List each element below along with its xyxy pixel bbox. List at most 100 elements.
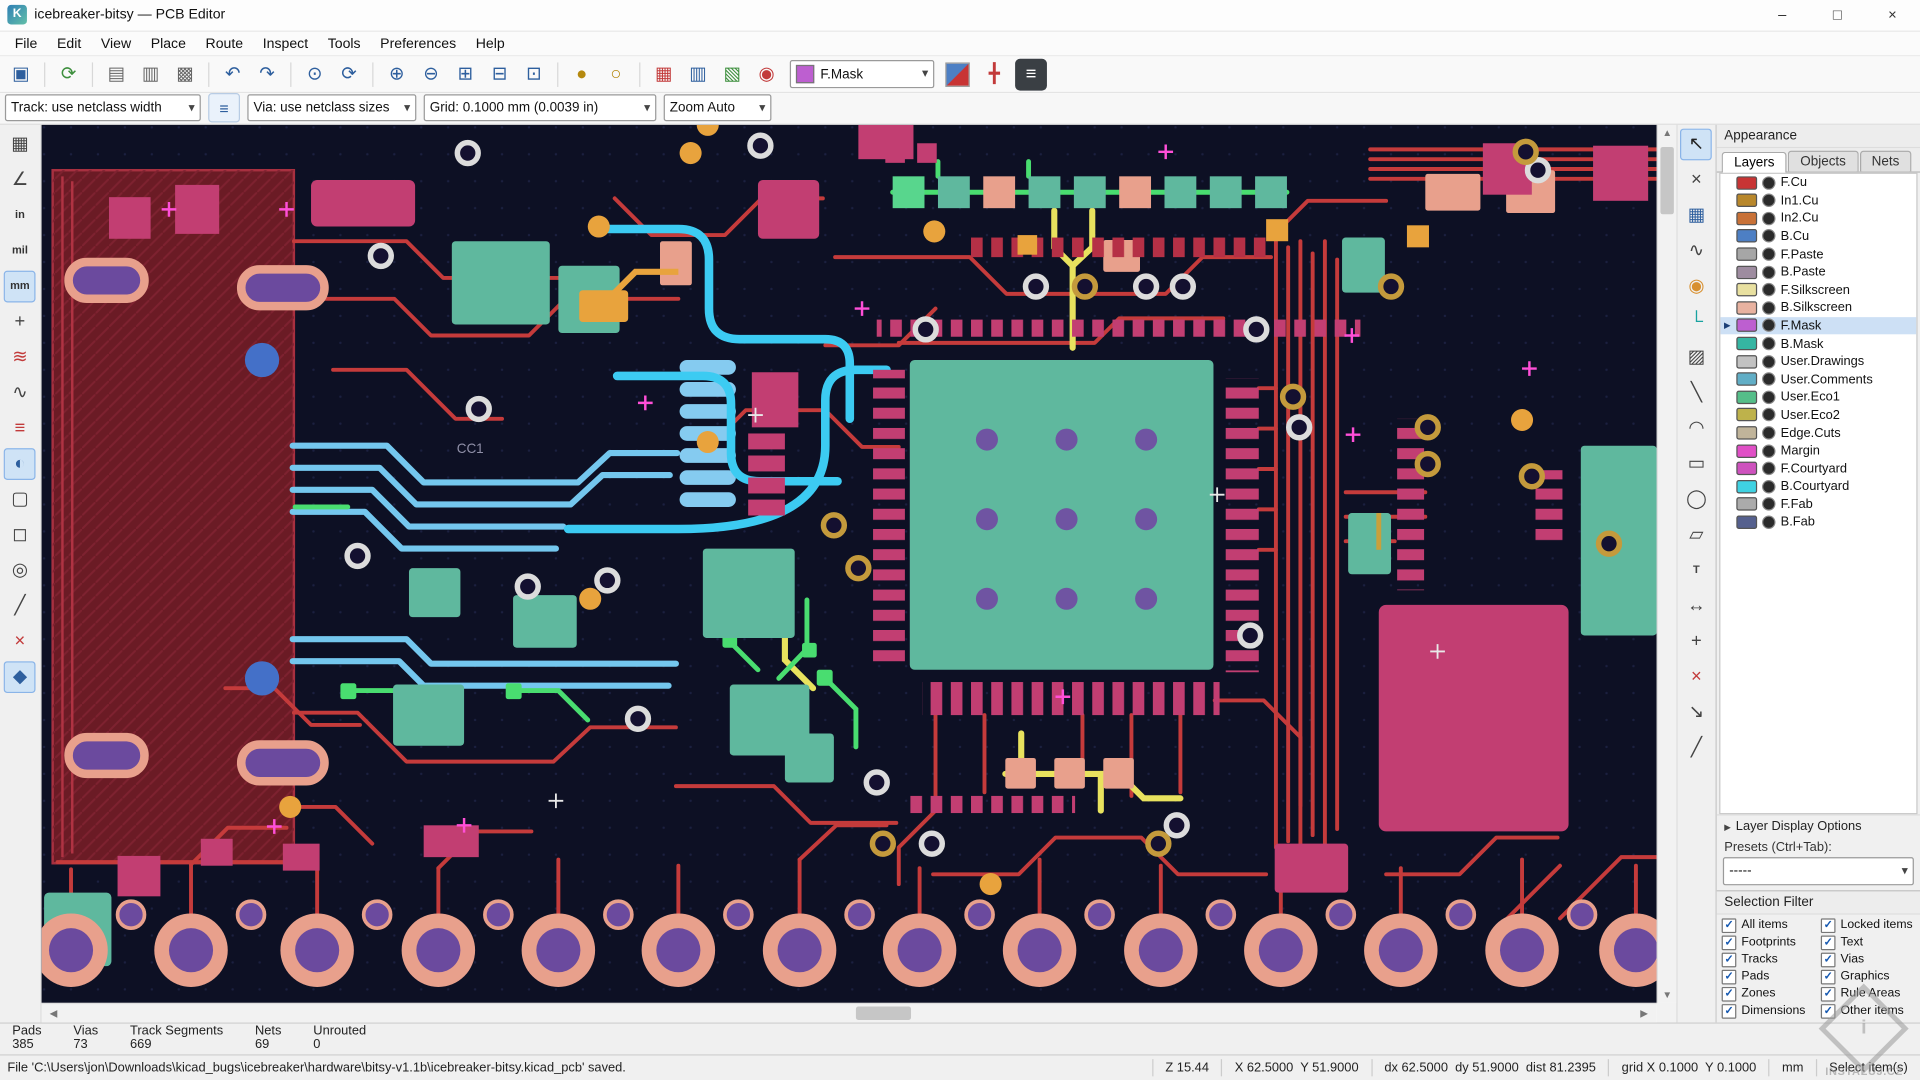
drc-disable-icon[interactable]: × <box>4 626 36 658</box>
filter-dimensions[interactable]: ✓ Dimensions <box>1721 1003 1816 1019</box>
layer-color-swatch[interactable] <box>1736 283 1758 297</box>
dimension-tool-icon[interactable]: ↔ <box>1680 590 1712 622</box>
filter-footprints[interactable]: ✓ Footprints <box>1721 935 1816 951</box>
layer-color-swatch[interactable] <box>1736 318 1758 333</box>
high-contrast-mode-icon[interactable]: ◐ <box>4 448 36 480</box>
layer-row-f-silkscreen[interactable]: F.Silkscreen <box>1721 281 1917 299</box>
layer-color-swatch[interactable] <box>1736 175 1758 190</box>
footprint-check-icon[interactable]: ▥ <box>682 58 714 90</box>
filter-graphics[interactable]: ✓ Graphics <box>1820 969 1915 985</box>
polar-coords-icon[interactable]: ∠ <box>4 164 36 196</box>
layer-row-b-silkscreen[interactable]: B.Silkscreen <box>1721 299 1917 317</box>
vertical-scroll-thumb[interactable] <box>1659 146 1674 215</box>
layer-color-swatch[interactable] <box>1736 443 1758 458</box>
units-inches-icon[interactable]: in <box>4 199 36 231</box>
menu-place[interactable]: Place <box>141 34 196 54</box>
tab-layers[interactable]: Layers <box>1721 151 1787 173</box>
layer-visibility-icon[interactable] <box>1762 461 1776 476</box>
layer-color-swatch[interactable] <box>1736 336 1758 351</box>
delete-tool-icon[interactable]: × <box>1680 661 1712 693</box>
print-icon[interactable]: ▥ <box>135 58 167 90</box>
zoom-selection-icon[interactable]: ⊡ <box>518 58 550 90</box>
layer-row-user-eco2[interactable]: User.Eco2 <box>1721 406 1917 424</box>
filter-zones[interactable]: ✓ Zones <box>1721 986 1816 1002</box>
layer-row-in2-cu[interactable]: In2.Cu <box>1721 209 1917 227</box>
checkbox-icon[interactable]: ✓ <box>1721 918 1737 933</box>
layer-color-swatch[interactable] <box>1736 211 1758 226</box>
filter-locked-items[interactable]: ✓ Locked items <box>1820 918 1915 933</box>
vertical-scrollbar[interactable]: ▲ ▼ <box>1656 124 1677 1003</box>
find-icon[interactable]: ⊙ <box>299 58 331 90</box>
checkbox-icon[interactable]: ✓ <box>1820 952 1836 968</box>
horizontal-scrollbar[interactable]: ◀ ▶ <box>41 1002 1657 1023</box>
checkbox-icon[interactable]: ✓ <box>1721 969 1737 985</box>
scroll-down-arrow[interactable]: ▼ <box>1657 989 1677 1000</box>
layer-visibility-icon[interactable] <box>1762 247 1776 261</box>
undo-icon[interactable]: ↶ <box>217 58 249 90</box>
layer-row-f-paste[interactable]: F.Paste <box>1721 245 1917 263</box>
minimize-button[interactable]: – <box>1755 0 1810 31</box>
tab-objects[interactable]: Objects <box>1788 150 1859 172</box>
menu-edit[interactable]: Edit <box>47 34 91 54</box>
checkbox-icon[interactable]: ✓ <box>1820 935 1836 951</box>
units-mm-icon[interactable]: mm <box>4 270 36 303</box>
checkbox-icon[interactable]: ✓ <box>1721 1003 1737 1019</box>
zoom-fit-icon[interactable]: ⊞ <box>449 58 481 90</box>
redo-icon[interactable]: ↷ <box>251 58 283 90</box>
edit-predefined-sizes-button[interactable]: ≡ <box>208 93 241 123</box>
arc-tool-icon[interactable]: ◠ <box>1680 413 1712 445</box>
filter-text[interactable]: ✓ Text <box>1820 935 1915 951</box>
zone-tool-icon[interactable]: ▨ <box>1680 341 1712 373</box>
scroll-left-arrow[interactable]: ◀ <box>44 1008 64 1019</box>
layer-row-user-drawings[interactable]: User.Drawings <box>1721 352 1917 370</box>
text-tool-icon[interactable]: T <box>1680 555 1712 587</box>
via-tool-icon[interactable]: ◉ <box>1680 270 1712 302</box>
layer-row-f-mask[interactable]: ▶ F.Mask <box>1720 316 1917 335</box>
zone-outline-mode-icon[interactable]: ▢ <box>4 484 36 516</box>
close-button[interactable]: × <box>1865 0 1920 31</box>
layer-color-swatch[interactable] <box>1736 301 1758 315</box>
length-tuning-icon[interactable]: ▧ <box>716 58 748 90</box>
maximize-button[interactable]: □ <box>1810 0 1865 31</box>
net-color-mode-icon[interactable]: ≡ <box>4 413 36 445</box>
layer-row-edge-cuts[interactable]: Edge.Cuts <box>1721 424 1917 442</box>
layer-color-swatch[interactable] <box>1736 497 1758 512</box>
via-display-mode-icon[interactable]: ◎ <box>4 555 36 587</box>
layer-visibility-icon[interactable] <box>1762 318 1776 333</box>
plot-icon[interactable]: ▩ <box>169 58 201 90</box>
layer-visibility-icon[interactable] <box>1762 515 1776 529</box>
layer-visibility-icon[interactable] <box>1762 336 1776 351</box>
zoom-fit-objects-icon[interactable]: ⊟ <box>484 58 516 90</box>
origin-tool-icon[interactable]: + <box>1680 626 1712 658</box>
select-tool-icon[interactable]: ↖ <box>1680 128 1713 161</box>
layer-visibility-icon[interactable] <box>1762 265 1776 279</box>
checkbox-icon[interactable]: ✓ <box>1820 986 1836 1002</box>
menu-help[interactable]: Help <box>466 34 515 54</box>
track-display-mode-icon[interactable]: ╱ <box>4 590 36 622</box>
filter-pads[interactable]: ✓ Pads <box>1721 969 1816 985</box>
filter-rule-areas[interactable]: ✓ Rule Areas <box>1820 986 1915 1002</box>
layer-visibility-icon[interactable] <box>1762 283 1776 297</box>
layer-row-f-cu[interactable]: F.Cu <box>1721 174 1917 192</box>
refresh-view-icon[interactable]: ⟳ <box>333 58 365 90</box>
layer-color-swatch[interactable] <box>1736 461 1758 476</box>
scroll-right-arrow[interactable]: ▶ <box>1634 1008 1654 1019</box>
plugin-refresh-icon[interactable]: ⟳ <box>53 58 85 90</box>
filter-tracks[interactable]: ✓ Tracks <box>1721 952 1816 968</box>
highlight-net-icon[interactable]: ╋ <box>978 58 1010 90</box>
layer-visibility-icon[interactable] <box>1762 426 1776 440</box>
layer-color-swatch[interactable] <box>1736 193 1758 208</box>
presets-select[interactable]: ----- <box>1723 857 1914 886</box>
zoom-out-icon[interactable]: ⊖ <box>415 58 447 90</box>
layer-color-swatch[interactable] <box>1736 354 1758 369</box>
unlock-icon[interactable]: ○ <box>600 58 632 90</box>
layer-color-swatch[interactable] <box>1736 229 1758 244</box>
pcb-canvas[interactable]: CC1 <box>41 124 1657 1003</box>
grid-select[interactable]: Grid: 0.1000 mm (0.0039 in) <box>423 94 657 122</box>
layer-color-swatch[interactable] <box>1736 247 1758 261</box>
filter-vias[interactable]: ✓ Vias <box>1820 952 1915 968</box>
layer-display-options[interactable]: Layer Display Options <box>1716 814 1920 837</box>
layer-visibility-icon[interactable] <box>1762 497 1776 512</box>
menu-route[interactable]: Route <box>196 34 253 54</box>
measure-tool-icon[interactable]: ╱ <box>1680 732 1712 764</box>
